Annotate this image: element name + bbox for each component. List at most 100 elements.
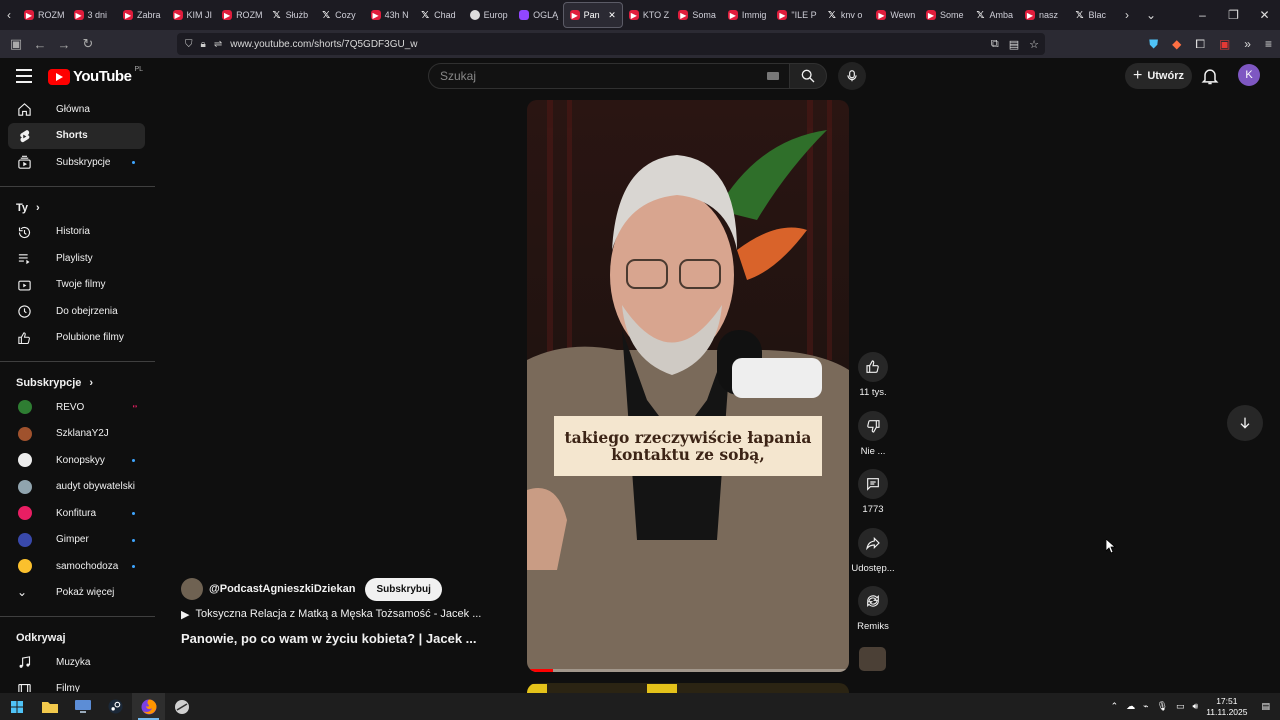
extensions-icon[interactable]: ⧠: [1195, 37, 1205, 52]
sound-thumbnail[interactable]: [859, 647, 886, 671]
sidebar-item-do-obejrzenia[interactable]: Do obejrzenia: [8, 298, 145, 325]
next-short-preview[interactable]: [527, 683, 849, 693]
lock-icon[interactable]: 🔒︎: [201, 39, 206, 50]
extension-shield-icon[interactable]: ⛊: [1149, 37, 1158, 52]
browser-tab[interactable]: ▶ nasz: [1019, 2, 1069, 28]
related-video-link[interactable]: ▶ Toksyczna Relacja z Matką a Męska Tożs…: [181, 608, 481, 621]
show-more-button[interactable]: ⌄ Pokaż więcej: [8, 580, 145, 607]
browser-tab[interactable]: ▶ Pan ✕: [562, 2, 623, 28]
browser-tab[interactable]: ▶ 43h N: [365, 2, 415, 28]
browser-tab[interactable]: ▶ Immig: [722, 2, 772, 28]
sidebar-item-shorts[interactable]: Shorts: [8, 122, 145, 149]
sidebar-item-subskrypcje[interactable]: Subskrypcje: [8, 149, 145, 176]
steam-app[interactable]: [99, 693, 132, 720]
create-button[interactable]: + Utwórz: [1125, 63, 1192, 89]
url-bar[interactable]: ⛉ 🔒︎ ⇌ www.youtube.com/shorts/7Q5GDF3GU_…: [177, 33, 1045, 55]
usb-icon[interactable]: ⌁: [1143, 701, 1148, 712]
remix-button[interactable]: [858, 586, 888, 616]
subscribe-button[interactable]: Subskrybuj: [365, 577, 442, 601]
close-window-icon[interactable]: ✕: [1249, 8, 1280, 22]
browser-tab[interactable]: ▶ KTO Z: [623, 2, 673, 28]
sidebar-item-muzyka[interactable]: Muzyka: [8, 649, 145, 676]
sidebar-item-główna[interactable]: Główna: [8, 96, 145, 123]
sidebar-item-polubione-filmy[interactable]: Polubione filmy: [8, 325, 145, 352]
search-button[interactable]: [789, 63, 827, 89]
firefox-app[interactable]: [132, 693, 165, 720]
sidebar-item-playlisty[interactable]: Playlisty: [8, 245, 145, 272]
browser-tab[interactable]: ▶ 3 dni: [68, 2, 118, 28]
sidebar-toggle-icon[interactable]: ▣: [4, 36, 28, 52]
clock[interactable]: 17:51 11.11.2025: [1206, 696, 1247, 718]
browser-tab[interactable]: ▶ "ILE P: [771, 2, 821, 28]
dislike-button[interactable]: [858, 410, 888, 441]
tab-scroll-left-icon[interactable]: ‹: [0, 8, 18, 22]
start-button[interactable]: [0, 693, 33, 720]
share-button[interactable]: [858, 527, 888, 558]
reader-view-icon[interactable]: ▤: [1009, 38, 1019, 51]
subscription-channel[interactable]: Gimper: [8, 527, 145, 554]
sidebar-item-twoje-filmy[interactable]: Twoje filmy: [8, 272, 145, 299]
voice-search-button[interactable]: [838, 62, 866, 90]
subscription-channel[interactable]: REVO ◖◗: [8, 394, 145, 421]
tray-overflow-icon[interactable]: ⌃: [1111, 701, 1119, 712]
close-tab-icon[interactable]: ✕: [608, 10, 616, 21]
subscription-channel[interactable]: audyt obywatelski: [8, 474, 145, 501]
notifications-button[interactable]: [1200, 66, 1220, 86]
account-avatar[interactable]: K: [1238, 64, 1260, 86]
permissions-icon[interactable]: ⇌: [214, 39, 222, 50]
notification-center-icon[interactable]: ▤: [1261, 701, 1270, 712]
browser-tab[interactable]: 𝕏 Amba: [969, 2, 1019, 28]
network-icon[interactable]: ▭: [1176, 701, 1185, 712]
extension-badge-icon[interactable]: ▣: [1219, 37, 1230, 51]
short-video-player[interactable]: takiego rzeczywiście łapania kontaktu ze…: [527, 100, 849, 672]
browser-tab[interactable]: OGLĄ: [513, 2, 563, 28]
minimize-icon[interactable]: –: [1187, 8, 1218, 22]
volume-icon[interactable]: 🔊︎: [1193, 701, 1199, 712]
channel-avatar[interactable]: [181, 578, 203, 600]
url-text[interactable]: www.youtube.com/shorts/7Q5GDF3GU_w: [230, 39, 417, 50]
browser-tab[interactable]: 𝕏 Cozy: [315, 2, 365, 28]
subscription-channel[interactable]: Konfitura: [8, 500, 145, 527]
subscription-channel[interactable]: samochodoza: [8, 553, 145, 580]
browser-tab[interactable]: ▶ ROZM: [216, 2, 266, 28]
hamburger-menu-icon[interactable]: [16, 69, 32, 83]
you-section-title[interactable]: Ty ›: [0, 197, 155, 219]
next-short-button[interactable]: [1227, 405, 1263, 441]
more-tools-icon[interactable]: »: [1244, 37, 1251, 51]
microphone-tray-icon[interactable]: 🎙︎: [1157, 701, 1168, 712]
video-progress-bar[interactable]: [527, 669, 849, 672]
browser-app[interactable]: [165, 693, 198, 720]
shield-icon[interactable]: ⛉: [185, 39, 193, 50]
browser-tab[interactable]: 𝕏 Służb: [266, 2, 316, 28]
like-button[interactable]: [858, 352, 888, 382]
sidebar-item-historia[interactable]: Historia: [8, 219, 145, 246]
browser-tab[interactable]: 𝕏 Blac: [1068, 2, 1118, 28]
browser-tab[interactable]: 𝕏 Chad: [414, 2, 464, 28]
browser-tab[interactable]: 𝕏knv o: [821, 2, 871, 28]
tab-list-dropdown-icon[interactable]: ⌄: [1142, 8, 1160, 22]
browser-tab[interactable]: ▶ Wewn: [870, 2, 920, 28]
subscriptions-section-title[interactable]: Subskrypcje ›: [0, 372, 155, 394]
subscription-channel[interactable]: SzklanaY2J: [8, 421, 145, 448]
keyboard-icon[interactable]: [767, 72, 779, 80]
menu-icon[interactable]: ≡: [1265, 37, 1272, 51]
monitor-app[interactable]: [66, 693, 99, 720]
file-explorer-app[interactable]: [33, 693, 66, 720]
browser-tab[interactable]: ▶ Soma: [672, 2, 722, 28]
channel-handle[interactable]: @PodcastAgnieszkiDziekan: [209, 583, 355, 595]
browser-tab[interactable]: ▶ KIM JI: [167, 2, 217, 28]
browser-tab[interactable]: ▶ Some: [920, 2, 970, 28]
cloud-icon[interactable]: ☁: [1126, 701, 1135, 712]
browser-tab[interactable]: Europ: [464, 2, 514, 28]
subscription-channel[interactable]: Konopskyy: [8, 447, 145, 474]
short-title[interactable]: Panowie, po co wam w życiu kobieta? | Ja…: [181, 631, 481, 646]
reload-icon[interactable]: ↻: [76, 36, 100, 52]
tab-scroll-right-icon[interactable]: ›: [1118, 8, 1136, 22]
forward-icon[interactable]: →: [52, 37, 76, 52]
back-icon[interactable]: ←: [28, 37, 52, 52]
extension-fox-icon[interactable]: ◆: [1172, 37, 1181, 51]
restore-icon[interactable]: ❐: [1218, 8, 1249, 22]
youtube-logo[interactable]: YouTube PL: [48, 66, 143, 85]
comments-button[interactable]: [858, 469, 888, 499]
sidebar-item-filmy[interactable]: Filmy: [8, 676, 145, 692]
